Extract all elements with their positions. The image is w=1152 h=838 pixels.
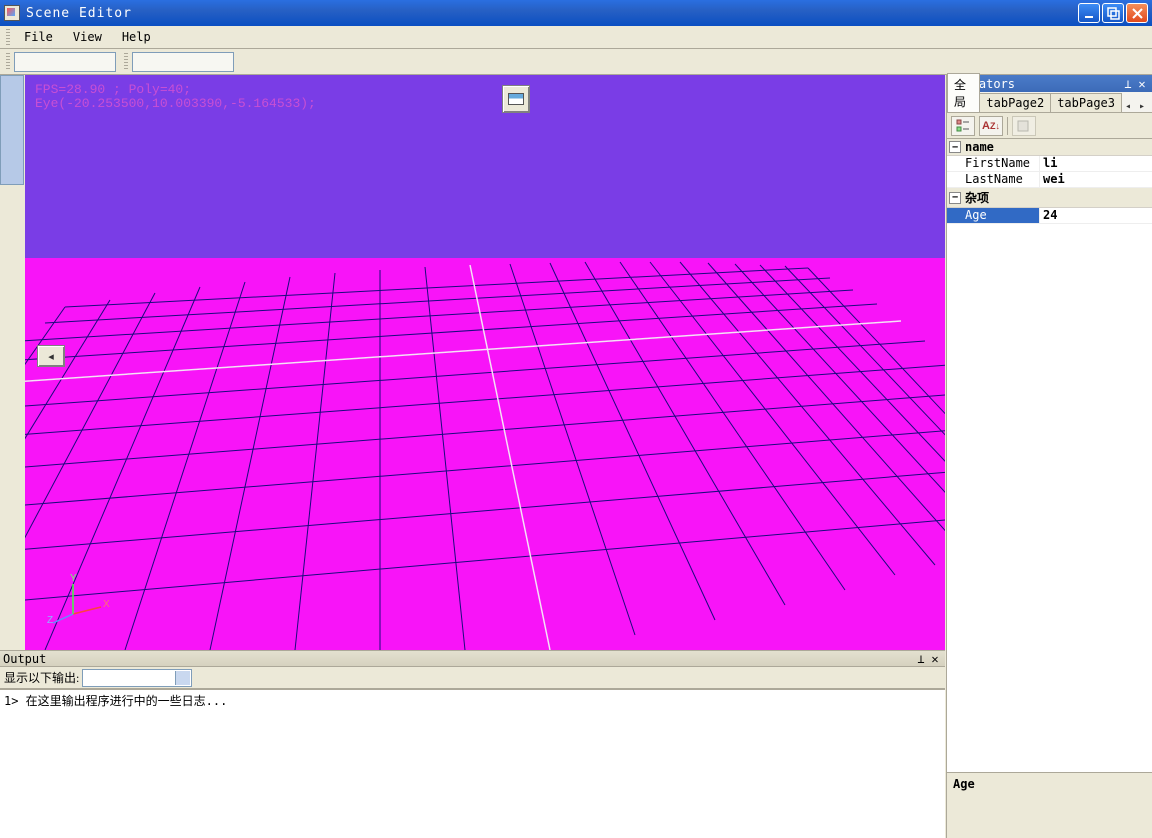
propertygrid-toolbar: AZ↓ [947, 113, 1152, 139]
axis-y-label: Y [70, 573, 77, 584]
output-log-body[interactable]: 1> 在这里输出程序进行中的一些日志... [0, 689, 945, 838]
maximize-button[interactable] [1102, 3, 1124, 23]
pg-categorized-icon[interactable] [951, 116, 975, 136]
toolbar-grip2-icon[interactable] [124, 53, 128, 71]
pg-alphabetical-icon[interactable]: AZ↓ [979, 116, 1003, 136]
toolbar-slot-2[interactable] [132, 52, 234, 72]
toolbar-grip-icon[interactable] [6, 53, 10, 71]
output-log-line: 1> 在这里输出程序进行中的一些日志... [4, 692, 941, 709]
collapse-icon-2[interactable]: − [949, 192, 961, 204]
viewport-toggle-left[interactable] [37, 345, 65, 367]
main-area: FPS=28.90 ; Poly=40; Eye(-20.253500,10.0… [0, 75, 945, 838]
pg-key-firstname: FirstName [947, 156, 1040, 171]
close-button[interactable] [1126, 3, 1148, 23]
output-toolbar: 显示以下输出: [0, 667, 945, 689]
minimize-button[interactable] [1078, 3, 1100, 23]
pg-val-age[interactable]: 24 [1040, 208, 1152, 223]
viewport-3d[interactable]: FPS=28.90 ; Poly=40; Eye(-20.253500,10.0… [25, 75, 945, 650]
property-description-name: Age [953, 777, 1146, 791]
collapse-icon[interactable]: − [949, 141, 961, 153]
operators-tabs: 全局 tabPage2 tabPage3 ◂ ▸ [947, 92, 1152, 113]
hud-fps: FPS=28.90 ; Poly=40; [35, 83, 316, 97]
pg-category-name[interactable]: − name [947, 139, 1152, 156]
menu-file[interactable]: File [14, 27, 63, 47]
operators-close-icon[interactable]: ✕ [1135, 77, 1149, 91]
output-close-icon[interactable]: ✕ [928, 652, 942, 666]
output-panel-header: Output ⟂ ✕ [0, 650, 945, 667]
pg-pages-icon[interactable] [1012, 116, 1036, 136]
toolbar-slot-1[interactable] [14, 52, 116, 72]
pg-key-lastname: LastName [947, 172, 1040, 187]
app-icon [4, 5, 20, 21]
tab-scroll-right-icon[interactable]: ▸ [1135, 101, 1149, 112]
pg-key-age: Age [947, 208, 1040, 223]
pg-row-lastname[interactable]: LastName wei [947, 172, 1152, 188]
pg-category-misc[interactable]: − 杂项 [947, 188, 1152, 208]
property-description: Age [947, 772, 1152, 838]
hud-eye: Eye(-20.253500,10.003390,-5.164533); [35, 97, 316, 111]
operators-pin-icon[interactable]: ⟂ [1121, 77, 1135, 91]
axis-gizmo: X Y Z [53, 579, 113, 632]
tab-scroll-left-icon[interactable]: ◂ [1121, 101, 1135, 112]
viewport-hud: FPS=28.90 ; Poly=40; Eye(-20.253500,10.0… [35, 83, 316, 111]
viewport-toggle-top[interactable] [502, 85, 530, 113]
window-title: Scene Editor [26, 6, 1078, 21]
menu-view[interactable]: View [63, 27, 112, 47]
property-grid[interactable]: − name FirstName li LastName wei − 杂项 Ag… [947, 139, 1152, 772]
operators-panel: Operators ⟂ ✕ 全局 tabPage2 tabPage3 ◂ ▸ A… [946, 75, 1152, 838]
pg-row-age[interactable]: Age 24 [947, 208, 1152, 224]
axis-x-label: X [103, 599, 110, 610]
pg-val-lastname[interactable]: wei [1040, 172, 1152, 187]
output-pin-icon[interactable]: ⟂ [914, 652, 928, 666]
tab-global[interactable]: 全局 [947, 73, 980, 112]
menubar: File View Help [0, 26, 1152, 49]
menu-help[interactable]: Help [112, 27, 161, 47]
pg-category-misc-label: 杂项 [965, 189, 989, 206]
toolbar [0, 49, 1152, 75]
tab-page3[interactable]: tabPage3 [1050, 93, 1122, 112]
pg-val-firstname[interactable]: li [1040, 156, 1152, 171]
viewport-ground [25, 258, 945, 650]
output-panel-title: Output [3, 652, 914, 666]
pg-category-name-label: name [965, 140, 994, 154]
titlebar: Scene Editor [0, 0, 1152, 26]
pg-row-firstname[interactable]: FirstName li [947, 156, 1152, 172]
output-source-combo[interactable] [82, 669, 192, 687]
output-show-label: 显示以下输出: [4, 669, 79, 686]
tab-page2[interactable]: tabPage2 [979, 93, 1051, 112]
menubar-grip-icon[interactable] [6, 29, 10, 45]
axis-z-label: Z [47, 615, 53, 626]
